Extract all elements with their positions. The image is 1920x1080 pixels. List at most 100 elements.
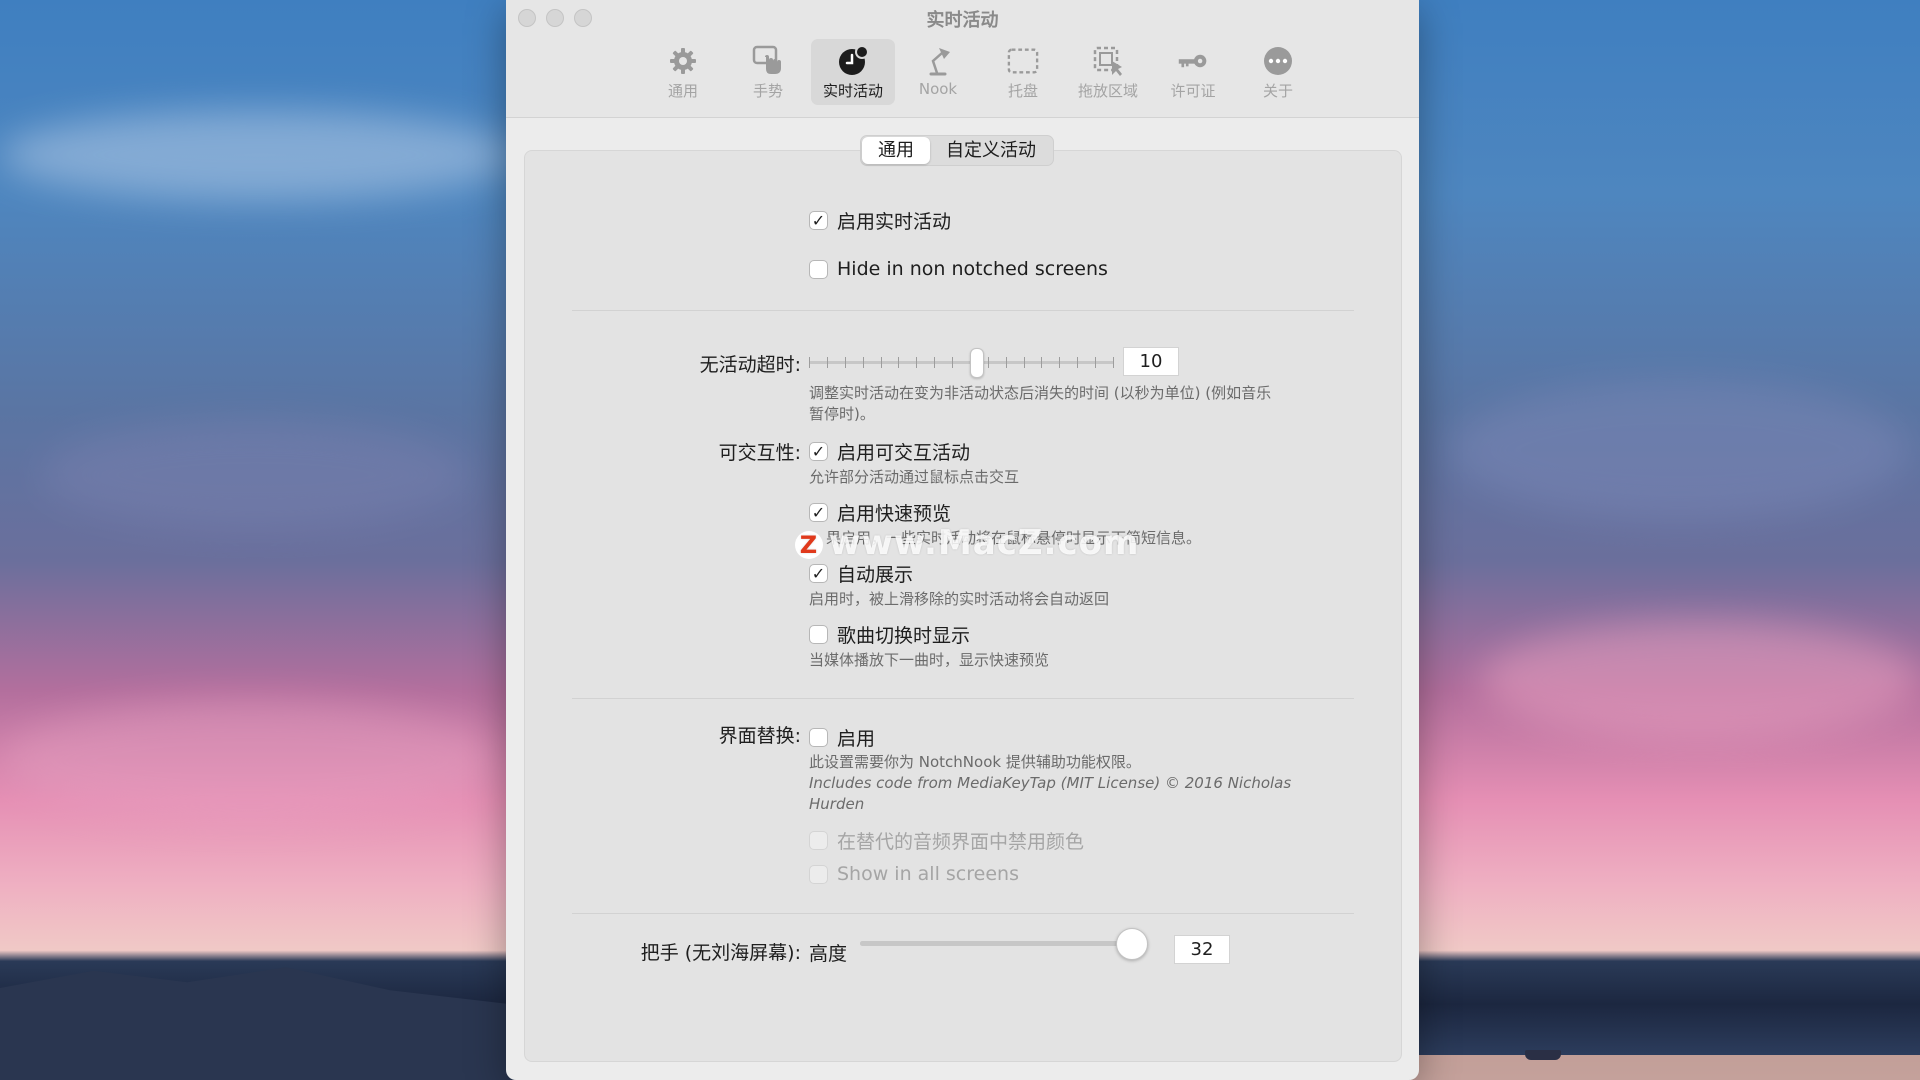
- drop-zone-icon: [1092, 45, 1124, 77]
- hide-non-notched-checkbox[interactable]: [809, 259, 828, 279]
- tab-label: 关于: [1262, 82, 1293, 100]
- timeout-value-field[interactable]: 10: [1123, 347, 1179, 376]
- enable-interactive-help: 允许部分活动通过鼠标点击交互: [809, 468, 1020, 486]
- settings-window: 实时活动 通用 手势 实时活动 Nook 托盘 拖放区域 许可证 关于 通用 自…: [506, 0, 1419, 1080]
- interactivity-label: 可交互性:: [718, 442, 801, 464]
- slider-tick: [1005, 357, 1007, 368]
- window-title: 实时活动: [926, 10, 999, 31]
- segment-general[interactable]: 通用: [862, 137, 930, 164]
- enable-interactive-checkbox[interactable]: ✓: [809, 442, 828, 461]
- quick-preview-label: 启用快速预览: [837, 503, 952, 525]
- slider-tick: [1113, 357, 1114, 368]
- height-label-text: 高度: [809, 943, 848, 965]
- enable-live-activity-checkbox[interactable]: ✓: [809, 211, 828, 230]
- all-screens-checkbox: [809, 864, 828, 884]
- song-switch-checkbox[interactable]: [809, 625, 828, 644]
- preferences-toolbar: 通用 手势 实时活动 Nook 托盘 拖放区域 许可证 关于: [641, 39, 1321, 105]
- enable-live-activity-label: 启用实时活动: [837, 211, 952, 233]
- tab-label: 通用: [667, 82, 698, 100]
- disable-color-checkbox: [809, 831, 828, 850]
- interface-replace-checkbox[interactable]: [809, 728, 828, 747]
- auto-expand-checkbox[interactable]: ✓: [809, 564, 828, 583]
- tab-label: Nook: [918, 80, 958, 98]
- slider-tick: [826, 357, 828, 368]
- desktop-ship: [1525, 1050, 1561, 1060]
- enable-interactive-label: 启用可交互活动: [837, 442, 971, 464]
- slider-thumb[interactable]: [970, 348, 985, 378]
- tab-general[interactable]: 通用: [641, 39, 725, 105]
- watermark-text: www.MacZ.com: [829, 523, 1140, 563]
- interface-replace-label: 界面替换:: [718, 725, 801, 747]
- tab-drop-zone[interactable]: 拖放区域: [1066, 39, 1150, 105]
- tab-tray[interactable]: 托盘: [981, 39, 1065, 105]
- slider-fill: [860, 941, 1146, 946]
- tab-label: 许可证: [1170, 82, 1216, 100]
- disable-color-label: 在替代的音频界面中禁用颜色: [837, 831, 1085, 853]
- tray-icon: [1007, 45, 1039, 77]
- key-icon: [1177, 45, 1209, 77]
- slider-tick: [898, 357, 900, 368]
- quick-preview-row[interactable]: ✓ 启用快速预览: [809, 499, 951, 526]
- quick-preview-checkbox[interactable]: ✓: [809, 503, 828, 522]
- handle-label: 把手 (无刘海屏幕):: [640, 942, 801, 964]
- song-switch-label: 歌曲切换时显示: [837, 625, 971, 647]
- tab-license[interactable]: 许可证: [1151, 39, 1235, 105]
- title-bar: 实时活动 通用 手势 实时活动 Nook 托盘 拖放区域 许可证 关于: [506, 0, 1419, 118]
- desktop-hills: [0, 967, 520, 1080]
- enable-live-activity-row[interactable]: ✓ 启用实时活动: [809, 207, 951, 234]
- slider-thumb[interactable]: [1116, 928, 1148, 960]
- slider-tick: [1023, 357, 1025, 368]
- sky-cloud: [0, 110, 520, 200]
- tab-live-activity[interactable]: 实时活动: [811, 39, 895, 105]
- handle-height-value-field[interactable]: 32: [1174, 935, 1230, 964]
- sky-cloud: [40, 420, 470, 530]
- hide-non-notched-row[interactable]: Hide in non notched screens: [809, 258, 1108, 280]
- timeout-slider[interactable]: [809, 348, 1114, 378]
- tab-label: 手势: [752, 82, 783, 100]
- handle-height-slider[interactable]: [860, 928, 1148, 960]
- interface-replace-row[interactable]: 启用: [809, 724, 875, 751]
- timeout-help-line2: 暂停时)。: [809, 405, 875, 423]
- slider-tick: [952, 357, 954, 368]
- tab-gestures[interactable]: 手势: [726, 39, 810, 105]
- auto-expand-row[interactable]: ✓ 自动展示: [809, 560, 913, 587]
- song-switch-help: 当媒体播放下一曲时，显示快速预览: [809, 651, 1050, 669]
- slider-tick: [809, 357, 810, 368]
- song-switch-row[interactable]: 歌曲切换时显示: [809, 621, 970, 648]
- all-screens-row: Show in all screens: [809, 863, 1019, 885]
- divider: [572, 913, 1354, 914]
- license-note-line1: Includes code from MediaKeyTap (MIT Lice…: [809, 774, 1292, 792]
- sky-cloud: [0, 700, 500, 820]
- timeout-help: 调整实时活动在变为非活动状态后消失的时间 (以秒为单位) (例如音乐 暂停时)。: [809, 383, 1271, 425]
- enable-interactive-row[interactable]: ✓ 启用可交互活动: [809, 438, 970, 465]
- tab-label: 托盘: [1007, 82, 1038, 100]
- segmented-control: 通用 自定义活动: [860, 135, 1054, 166]
- tab-label: 实时活动: [822, 82, 883, 100]
- slider-tick: [916, 357, 918, 368]
- slider-tick: [880, 357, 882, 368]
- hand-gesture-icon: [752, 45, 784, 77]
- gear-icon: [667, 45, 699, 77]
- divider: [572, 310, 1354, 311]
- slider-track: [809, 361, 1114, 364]
- desk-lamp-icon: [922, 45, 954, 77]
- auto-expand-help: 启用时，被上滑移除的实时活动将会自动返回: [809, 590, 1110, 608]
- license-note-line2: Hurden: [809, 795, 865, 813]
- tab-label: 拖放区域: [1077, 82, 1138, 100]
- all-screens-label: Show in all screens: [837, 863, 1019, 885]
- height-label: 高度: [809, 939, 847, 966]
- tab-nook[interactable]: Nook: [896, 39, 980, 105]
- slider-tick: [1041, 357, 1043, 368]
- divider: [572, 698, 1354, 699]
- timeout-label: 无活动超时:: [699, 354, 801, 376]
- watermark: Zwww.MacZ.com: [795, 523, 1139, 563]
- hide-non-notched-label: Hide in non notched screens: [837, 258, 1108, 280]
- desktop-sea: [1410, 1055, 1920, 1080]
- tab-about[interactable]: 关于: [1236, 39, 1320, 105]
- disable-color-row: 在替代的音频界面中禁用颜色: [809, 827, 1084, 854]
- sky-cloud: [1480, 620, 1920, 740]
- slider-tick: [987, 357, 989, 368]
- slider-tick: [844, 357, 846, 368]
- slider-tick: [1059, 357, 1061, 368]
- segment-custom-activity[interactable]: 自定义活动: [930, 137, 1052, 164]
